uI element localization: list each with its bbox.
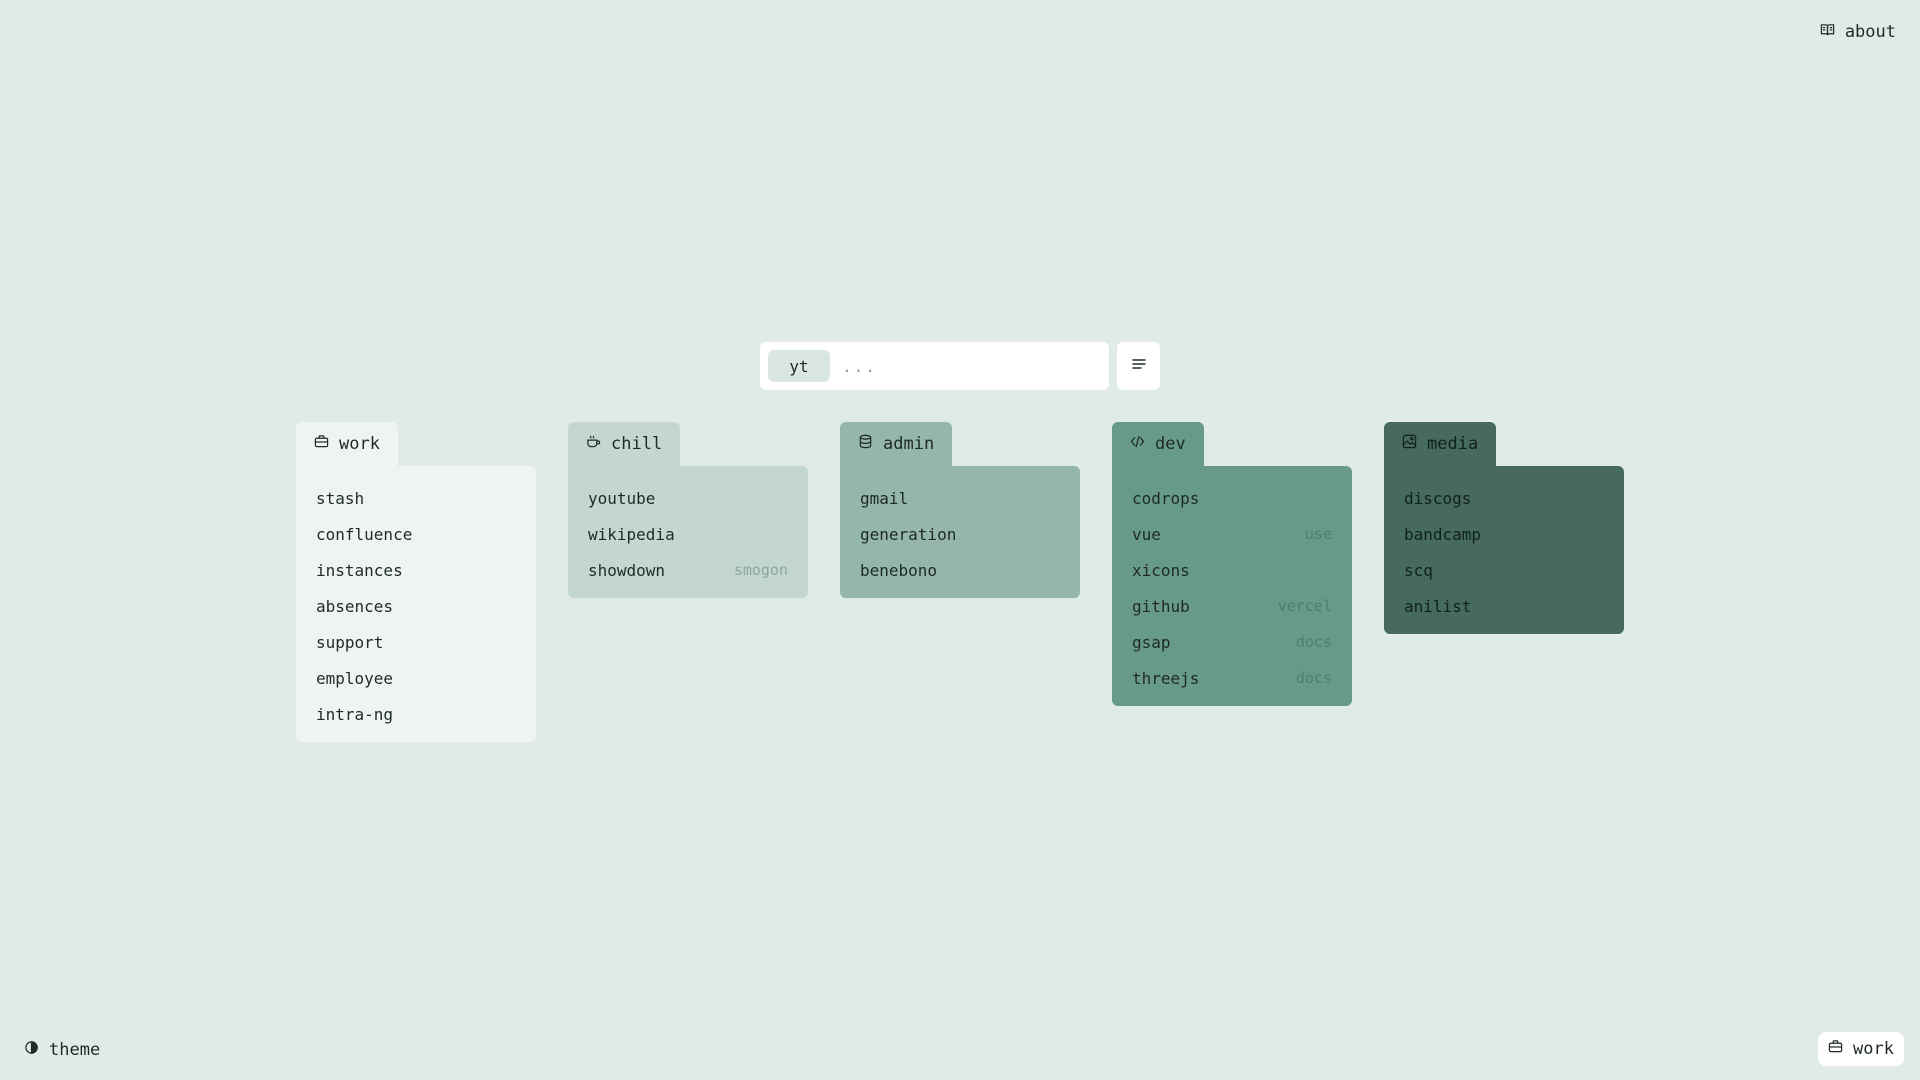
database-icon xyxy=(858,434,873,454)
link-name: gmail xyxy=(860,488,909,508)
link-item[interactable]: instances xyxy=(316,552,516,588)
link-name: instances xyxy=(316,560,403,580)
contrast-icon xyxy=(24,1040,39,1060)
link-name: bandcamp xyxy=(1404,524,1482,544)
link-item[interactable]: generation xyxy=(860,516,1060,552)
folder-admin: admin gmail generation benebono xyxy=(840,422,1080,598)
link-item[interactable]: anilist xyxy=(1404,588,1604,624)
theme-toggle[interactable]: theme xyxy=(24,1040,100,1060)
menu-button[interactable] xyxy=(1117,342,1160,390)
folder-chill: chill youtube wikipedia showdown smogon xyxy=(568,422,808,598)
about-link[interactable]: about xyxy=(1820,22,1896,42)
folder-links: gmail generation benebono xyxy=(840,466,1080,598)
folder-links: discogs bandcamp scq anilist xyxy=(1384,466,1624,634)
link-item[interactable]: codrops xyxy=(1132,480,1332,516)
link-item[interactable]: bandcamp xyxy=(1404,516,1604,552)
link-name: vue xyxy=(1132,524,1161,544)
link-name: showdown xyxy=(588,560,666,580)
link-item[interactable]: xicons xyxy=(1132,552,1332,588)
link-name: scq xyxy=(1404,560,1433,580)
link-tag: docs xyxy=(1295,669,1332,687)
link-name: threejs xyxy=(1132,668,1200,688)
folder-dev: dev codrops vue use xicons github vercel g… xyxy=(1112,422,1352,706)
link-item[interactable]: youtube xyxy=(588,480,788,516)
link-name: stash xyxy=(316,488,365,508)
folder-tab-chill[interactable]: chill xyxy=(568,422,681,466)
briefcase-icon xyxy=(1828,1039,1843,1059)
link-item[interactable]: scq xyxy=(1404,552,1604,588)
link-name: anilist xyxy=(1404,596,1472,616)
link-tag: vercel xyxy=(1277,597,1332,615)
link-tag: docs xyxy=(1295,633,1332,651)
briefcase-icon xyxy=(314,434,329,454)
link-item[interactable]: stash xyxy=(316,480,516,516)
about-label: about xyxy=(1844,22,1896,42)
link-name: generation xyxy=(860,524,957,544)
link-name: benebono xyxy=(860,560,938,580)
link-name: intra-ng xyxy=(316,704,394,724)
search-engine-tag[interactable]: yt xyxy=(768,350,830,382)
search-bar: yt xyxy=(760,342,1160,390)
link-item[interactable]: confluence xyxy=(316,516,516,552)
folder-tab-admin[interactable]: admin xyxy=(840,422,953,466)
folder-label: media xyxy=(1427,434,1479,454)
link-item[interactable]: github vercel xyxy=(1132,588,1332,624)
theme-label: theme xyxy=(49,1040,101,1060)
folder-media: media discogs bandcamp scq anilist xyxy=(1384,422,1624,634)
coffee-icon xyxy=(586,434,601,454)
link-item[interactable]: employee xyxy=(316,660,516,696)
folder-work: work stash confluence instances absences… xyxy=(296,422,536,742)
link-name: xicons xyxy=(1132,560,1190,580)
link-item[interactable]: vue use xyxy=(1132,516,1332,552)
link-name: gsap xyxy=(1132,632,1171,652)
link-item[interactable]: showdown smogon xyxy=(588,552,788,588)
link-item[interactable]: wikipedia xyxy=(588,516,788,552)
book-open-icon xyxy=(1820,22,1835,42)
link-name: wikipedia xyxy=(588,524,675,544)
current-page-pill[interactable]: work xyxy=(1818,1032,1904,1066)
image-icon xyxy=(1402,434,1417,454)
link-name: youtube xyxy=(588,488,656,508)
folder-label: work xyxy=(339,434,380,454)
link-item[interactable]: threejs docs xyxy=(1132,660,1332,696)
link-name: codrops xyxy=(1132,488,1200,508)
link-name: discogs xyxy=(1404,488,1472,508)
link-item[interactable]: gsap docs xyxy=(1132,624,1332,660)
code-icon xyxy=(1130,434,1145,454)
folder-tab-work[interactable]: work xyxy=(296,422,398,466)
current-page-label: work xyxy=(1853,1039,1894,1059)
link-name: absences xyxy=(316,596,394,616)
folder-links: stash confluence instances absences supp… xyxy=(296,466,536,742)
link-item[interactable]: benebono xyxy=(860,552,1060,588)
link-item[interactable]: support xyxy=(316,624,516,660)
link-name: support xyxy=(316,632,384,652)
link-tag: use xyxy=(1304,525,1332,543)
folder-label: dev xyxy=(1155,434,1186,454)
search-engine-label: yt xyxy=(789,356,809,376)
link-name: github xyxy=(1132,596,1190,616)
folder-label: admin xyxy=(883,434,935,454)
folder-label: chill xyxy=(611,434,663,454)
folder-tab-media[interactable]: media xyxy=(1384,422,1497,466)
folders-grid: work stash confluence instances absences… xyxy=(296,422,1624,742)
search-input[interactable] xyxy=(840,355,1090,377)
link-item[interactable]: discogs xyxy=(1404,480,1604,516)
link-name: confluence xyxy=(316,524,413,544)
folder-tab-dev[interactable]: dev xyxy=(1112,422,1204,466)
link-item[interactable]: absences xyxy=(316,588,516,624)
search-box: yt xyxy=(760,342,1109,390)
link-item[interactable]: intra-ng xyxy=(316,696,516,732)
folder-links: youtube wikipedia showdown smogon xyxy=(568,466,808,598)
link-name: employee xyxy=(316,668,394,688)
link-item[interactable]: gmail xyxy=(860,480,1060,516)
folder-links: codrops vue use xicons github vercel gsap d… xyxy=(1112,466,1352,706)
menu-icon xyxy=(1131,356,1147,376)
link-tag: smogon xyxy=(733,561,788,579)
